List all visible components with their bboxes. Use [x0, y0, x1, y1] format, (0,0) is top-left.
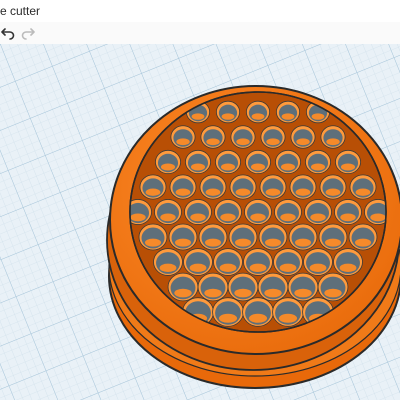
- hole-floor: [295, 188, 311, 196]
- hole-floor: [296, 138, 310, 146]
- hole-floor: [370, 213, 386, 222]
- undo-icon: [1, 28, 15, 40]
- hole-floor: [354, 238, 372, 247]
- hole-floor: [204, 238, 222, 247]
- hole-floor: [355, 188, 371, 196]
- hole-floor: [220, 213, 236, 222]
- hole-floor: [294, 238, 312, 247]
- hole-floor: [144, 238, 162, 247]
- cookie-cutter-object[interactable]: [106, 85, 400, 389]
- hole-floor: [206, 138, 220, 146]
- hole-floor: [175, 188, 191, 196]
- hole-floor: [251, 113, 265, 120]
- hole-floor: [174, 238, 192, 247]
- hole-floor: [234, 288, 252, 298]
- hole-floor: [310, 163, 326, 171]
- hole-floor: [205, 188, 221, 196]
- hole-floor: [250, 163, 266, 171]
- hole-floor: [309, 263, 327, 273]
- hole-floor: [234, 238, 252, 247]
- hole-floor: [294, 288, 312, 298]
- redo-icon: [21, 28, 35, 40]
- hole-floor: [264, 288, 282, 298]
- hole-floor: [278, 313, 298, 323]
- hole-floor: [159, 263, 177, 273]
- title-bar: e cutter: [0, 0, 400, 23]
- hole-floor: [236, 138, 250, 146]
- hole-floor: [311, 113, 325, 120]
- hole-floor: [280, 213, 296, 222]
- hole-floor: [324, 288, 342, 298]
- hole-floor: [204, 288, 222, 298]
- hole-floor: [265, 188, 281, 196]
- hole-floor: [235, 188, 251, 196]
- hole-floor: [324, 238, 342, 247]
- hole-floor: [190, 213, 206, 222]
- hole-floor: [340, 213, 356, 222]
- redo-button[interactable]: [20, 25, 36, 41]
- hole-floor: [280, 163, 296, 171]
- hole-floor: [191, 113, 205, 120]
- hole-floor: [248, 313, 268, 323]
- edit-toolbar: [0, 22, 400, 45]
- hole-floor: [249, 263, 267, 273]
- hole-floor: [339, 263, 357, 273]
- hole-floor: [326, 138, 340, 146]
- hole-floor: [176, 138, 190, 146]
- hole-floor: [174, 288, 192, 298]
- hole-floor: [264, 238, 282, 247]
- hole-floor: [160, 213, 176, 222]
- hole-floor: [310, 213, 326, 222]
- undo-button[interactable]: [0, 25, 16, 41]
- hole-floor: [189, 263, 207, 273]
- hole-floor: [218, 313, 238, 323]
- hole-floor: [190, 163, 206, 171]
- hole-floor: [160, 163, 176, 171]
- hole-floor: [219, 263, 237, 273]
- workplane-viewport[interactable]: [0, 44, 400, 400]
- hole-floor: [145, 188, 161, 196]
- hole-floor: [130, 213, 146, 222]
- hole-floor: [266, 138, 280, 146]
- hole-floor: [325, 188, 341, 196]
- hole-floor: [279, 263, 297, 273]
- hole-floor: [221, 113, 235, 120]
- hole-floor: [281, 113, 295, 120]
- hole-floor: [250, 213, 266, 222]
- design-title[interactable]: e cutter: [0, 4, 40, 18]
- 3d-scene[interactable]: [0, 44, 400, 400]
- hole-floor: [340, 163, 356, 171]
- hole-floor: [220, 163, 236, 171]
